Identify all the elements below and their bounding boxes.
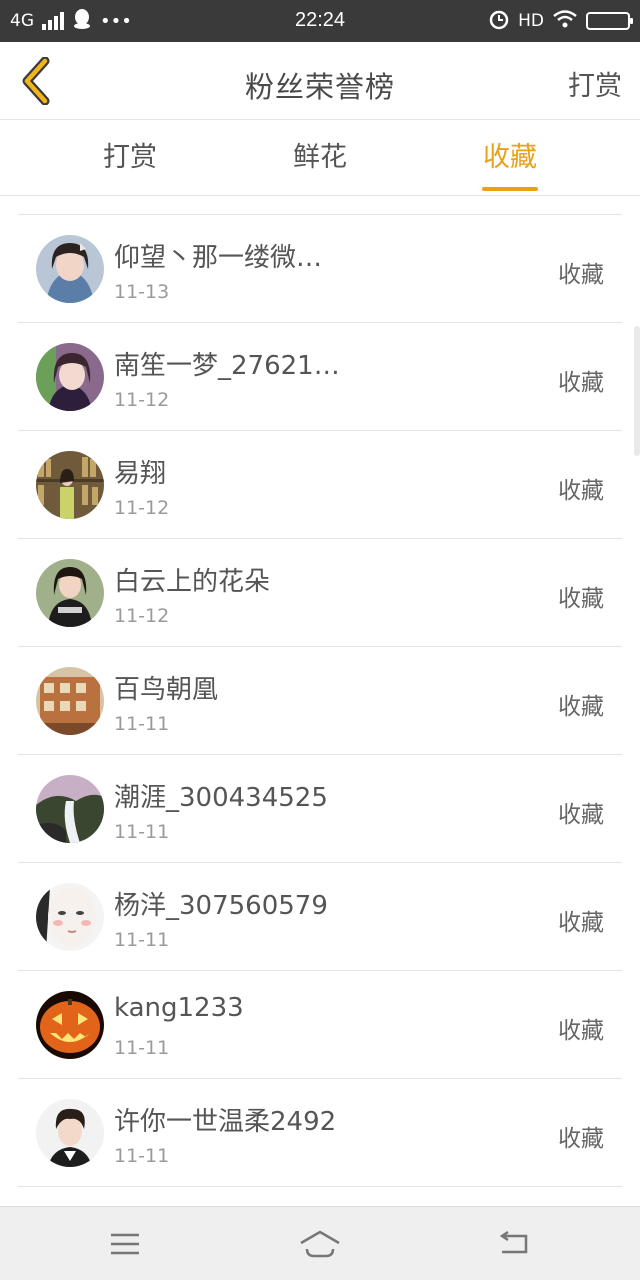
fan-date: 11-11: [114, 1037, 170, 1059]
fan-name: 南笙一梦_27621…: [114, 351, 340, 381]
tab-flowers[interactable]: 鲜花: [250, 120, 390, 196]
fan-action: 收藏: [558, 478, 604, 504]
fan-date: 11-13: [114, 281, 170, 303]
active-tab-indicator: [482, 187, 538, 191]
fan-date: 11-11: [114, 713, 170, 735]
avatar: [36, 559, 104, 627]
tab-label: 收藏: [483, 142, 537, 173]
fan-name: 易翔: [114, 459, 167, 489]
fan-action: 收藏: [558, 370, 604, 396]
fan-name: 潮涯_300434525: [114, 783, 328, 813]
list-item[interactable]: 潮涯_300434525 11-11 收藏: [18, 755, 622, 863]
fan-date: 11-12: [114, 605, 170, 627]
fan-date: 11-11: [114, 821, 170, 843]
fan-date: 11-11: [114, 1145, 170, 1167]
alarm-icon: [488, 8, 510, 35]
tab-label: 打赏: [103, 142, 157, 173]
fan-action: 收藏: [558, 586, 604, 612]
fan-date: 11-12: [114, 389, 170, 411]
hd-label: HD: [518, 11, 544, 31]
fan-name: 百鸟朝凰: [114, 675, 219, 705]
back-button[interactable]: [8, 52, 64, 110]
avatar: [36, 883, 104, 951]
fan-name: kang1233: [114, 993, 244, 1023]
battery-icon: [586, 12, 633, 30]
tab-reward[interactable]: 打赏: [60, 120, 200, 196]
status-bar: 4G ••• 22:24 HD: [0, 0, 640, 42]
menu-icon: [111, 1233, 139, 1255]
tab-favorites[interactable]: 收藏: [440, 120, 580, 196]
fan-action: 收藏: [558, 262, 604, 288]
reward-button[interactable]: 打赏: [568, 64, 622, 103]
avatar: [36, 1099, 104, 1167]
avatar: [36, 235, 104, 303]
status-right: HD: [488, 8, 633, 35]
fan-date: 11-12: [114, 497, 170, 519]
list-item[interactable]: 仰望丶那一缕微… 11-13 收藏: [18, 215, 622, 323]
home-button[interactable]: [290, 1219, 350, 1269]
avatar: [36, 775, 104, 843]
scrollbar[interactable]: [634, 326, 640, 456]
avatar: [36, 991, 104, 1059]
system-nav-bar: [0, 1206, 640, 1280]
home-icon: [300, 1230, 340, 1258]
fan-name: 仰望丶那一缕微…: [114, 243, 323, 273]
avatar: [36, 667, 104, 735]
fan-action: 收藏: [558, 1018, 604, 1044]
list-item[interactable]: 南笙一梦_27621… 11-12 收藏: [18, 323, 622, 431]
list-item[interactable]: 杨洋_307560579 11-11 收藏: [18, 863, 622, 971]
list-item[interactable]: 许你一世温柔2492 11-11 收藏: [18, 1079, 622, 1187]
list-item[interactable]: kang1233 11-11 收藏: [18, 971, 622, 1079]
menu-button[interactable]: [95, 1219, 155, 1269]
fan-name: 许你一世温柔2492: [114, 1107, 337, 1137]
page-title: 粉丝荣誉榜: [244, 70, 395, 104]
fan-name: 白云上的花朵: [114, 567, 271, 597]
header-bar: 粉丝荣誉榜 打赏: [0, 42, 640, 120]
fan-action: 收藏: [558, 694, 604, 720]
fan-name: 杨洋_307560579: [114, 891, 328, 921]
return-button[interactable]: [485, 1219, 545, 1269]
fan-action: 收藏: [558, 802, 604, 828]
avatar: [36, 343, 104, 411]
list-item[interactable]: 易翔 11-12 收藏: [18, 431, 622, 539]
wifi-icon: [552, 9, 578, 34]
fan-action: 收藏: [558, 910, 604, 936]
tab-bar: 打赏 鲜花 收藏: [0, 120, 640, 196]
chevron-left-icon: [22, 57, 50, 105]
fan-date: 11-11: [114, 929, 170, 951]
list-item[interactable]: 百鸟朝凰 11-11 收藏: [18, 647, 622, 755]
list-item[interactable]: 白云上的花朵 11-12 收藏: [18, 539, 622, 647]
fan-action: 收藏: [558, 1126, 604, 1152]
tab-label: 鲜花: [293, 142, 347, 173]
return-icon: [499, 1230, 528, 1254]
avatar: [36, 451, 104, 519]
fan-list: 仰望丶那一缕微… 11-13 收藏 南笙一梦_27621… 11-12 收藏 易…: [18, 214, 622, 1187]
